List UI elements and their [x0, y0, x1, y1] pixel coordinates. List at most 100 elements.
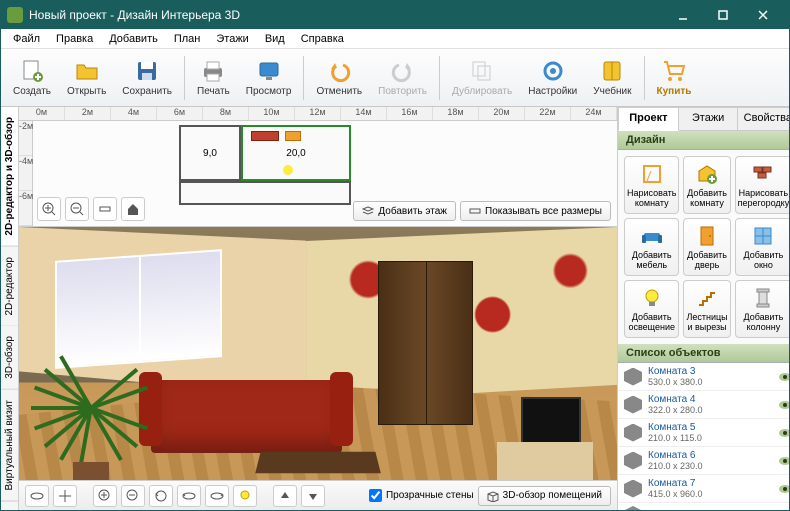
minimize-button[interactable]	[663, 1, 703, 29]
add-furniture-button[interactable]: Добавить мебель	[624, 218, 679, 276]
orbit-right-button[interactable]	[205, 485, 229, 507]
settings-button[interactable]: Настройки	[520, 52, 585, 104]
list-item[interactable]: Комната 7415.0 x 960.0	[618, 475, 789, 503]
visibility-icon[interactable]	[778, 400, 789, 410]
room-3[interactable]	[179, 181, 351, 205]
list-item[interactable]: Комната 6210.0 x 230.0	[618, 447, 789, 475]
tv-stand-3d[interactable]	[497, 442, 593, 482]
reset-view-button[interactable]	[149, 485, 173, 507]
buy-button[interactable]: Купить	[649, 52, 700, 104]
print-button[interactable]: Печать	[189, 52, 238, 104]
add-lighting-button[interactable]: Добавить освещение	[624, 280, 679, 338]
camera-down-button[interactable]	[301, 485, 325, 507]
3d-view[interactable]: Прозрачные стены 3D-обзор помещений	[19, 227, 617, 510]
coffee-table-3d[interactable]	[255, 452, 380, 474]
3d-scene[interactable]	[19, 227, 617, 510]
draw-room-icon	[640, 162, 664, 186]
close-button[interactable]	[743, 1, 783, 29]
list-item[interactable]: Комната 5210.0 x 115.0	[618, 419, 789, 447]
menu-view[interactable]: Вид	[257, 31, 293, 47]
toolbar-separator	[439, 56, 440, 100]
visibility-icon[interactable]	[778, 428, 789, 438]
cube-icon	[487, 490, 499, 502]
preview-button[interactable]: Просмотр	[238, 52, 300, 104]
tab-properties[interactable]: Свойства	[738, 107, 789, 131]
cube-icon	[624, 424, 642, 442]
light-toggle-button[interactable]	[233, 485, 257, 507]
zoom-out-button[interactable]	[65, 197, 89, 221]
redo-icon	[390, 58, 416, 84]
menu-plan[interactable]: План	[166, 31, 209, 47]
3d-overview-button[interactable]: 3D-обзор помещений	[478, 486, 611, 506]
menu-file[interactable]: Файл	[5, 31, 48, 47]
tab-virtual-visit[interactable]: Виртуальный визит	[1, 390, 18, 502]
furniture-item[interactable]	[285, 131, 301, 141]
add-stairs-button[interactable]: Лестницы и вырезы	[683, 280, 730, 338]
zoom-out-3d-button[interactable]	[121, 485, 145, 507]
tab-3d-view[interactable]: 3D-обзор	[1, 326, 18, 390]
orbit-left-button[interactable]	[177, 485, 201, 507]
ruler-vertical: -2м-4м-6м	[19, 121, 33, 227]
furniture-item[interactable]	[251, 131, 279, 141]
duplicate-button[interactable]: Дублировать	[444, 52, 520, 104]
app-logo-icon	[7, 7, 23, 23]
pan-button[interactable]	[53, 485, 77, 507]
tutorial-button[interactable]: Учебник	[585, 52, 639, 104]
add-window-button[interactable]: Добавить окно	[735, 218, 789, 276]
transparent-walls-checkbox[interactable]: Прозрачные стены	[369, 489, 474, 502]
add-floor-button[interactable]: Добавить этаж	[353, 201, 456, 221]
redo-button[interactable]: Повторить	[370, 52, 435, 104]
room-2-selected[interactable]: 20,0	[241, 125, 351, 181]
wardrobe-3d[interactable]	[378, 261, 474, 425]
window-title: Новый проект - Дизайн Интерьера 3D	[29, 8, 663, 22]
visibility-icon[interactable]	[778, 456, 789, 466]
menubar: Файл Правка Добавить План Этажи Вид Спра…	[1, 29, 789, 49]
plant-3d[interactable]	[31, 346, 151, 488]
menu-floors[interactable]: Этажи	[208, 31, 256, 47]
draw-room-button[interactable]: Нарисовать комнату	[624, 156, 679, 214]
list-item[interactable]: Газовая плита	[618, 503, 789, 510]
camera-up-button[interactable]	[273, 485, 297, 507]
tab-2d-3d-combo[interactable]: 2D-редактор и 3D-обзор	[1, 107, 18, 247]
list-item[interactable]: Комната 4322.0 x 280.0	[618, 391, 789, 419]
rotate-360-button[interactable]	[25, 485, 49, 507]
object-list[interactable]: Комната 3530.0 x 380.0 Комната 4322.0 x …	[618, 363, 789, 510]
tab-floors[interactable]: Этажи	[679, 107, 739, 131]
zoom-in-button[interactable]	[37, 197, 61, 221]
toolbar-separator	[184, 56, 185, 100]
room-1[interactable]: 9,0	[179, 125, 241, 181]
open-button[interactable]: Открыть	[59, 52, 114, 104]
titlebar: Новый проект - Дизайн Интерьера 3D	[1, 1, 789, 29]
zoom-in-3d-button[interactable]	[93, 485, 117, 507]
visibility-icon[interactable]	[778, 372, 789, 382]
tv-3d[interactable]	[521, 397, 581, 448]
menu-add[interactable]: Добавить	[101, 31, 166, 47]
menu-edit[interactable]: Правка	[48, 31, 101, 47]
printer-icon	[200, 58, 226, 84]
show-dimensions-button[interactable]: Показывать все размеры	[460, 201, 611, 221]
3d-toolbar: Прозрачные стены 3D-обзор помещений	[19, 480, 617, 510]
cube-icon	[624, 480, 642, 498]
draw-partition-button[interactable]: Нарисовать перегородку	[735, 156, 789, 214]
measure-button[interactable]	[93, 197, 117, 221]
tab-2d-editor[interactable]: 2D-редактор	[1, 247, 18, 327]
undo-button[interactable]: Отменить	[308, 52, 370, 104]
add-door-button[interactable]: Добавить дверь	[683, 218, 730, 276]
maximize-button[interactable]	[703, 1, 743, 29]
home-button[interactable]	[121, 197, 145, 221]
cube-icon	[624, 506, 642, 510]
visibility-icon[interactable]	[778, 484, 789, 494]
list-item[interactable]: Комната 3530.0 x 380.0	[618, 363, 789, 391]
menu-help[interactable]: Справка	[293, 31, 352, 47]
create-button[interactable]: Создать	[5, 52, 59, 104]
add-room-button[interactable]: Добавить комнату	[683, 156, 730, 214]
cart-icon	[661, 58, 687, 84]
tab-project[interactable]: Проект	[618, 107, 679, 131]
add-room-icon	[695, 162, 719, 186]
save-button[interactable]: Сохранить	[114, 52, 180, 104]
cube-icon	[624, 396, 642, 414]
plan-view[interactable]: 0м2м4м6м8м10м12м14м16м18м20м22м24м -2м-4…	[19, 107, 617, 227]
add-column-button[interactable]: Добавить колонну	[735, 280, 789, 338]
sofa-3d[interactable]	[151, 380, 342, 454]
light-marker-icon[interactable]	[283, 165, 293, 175]
